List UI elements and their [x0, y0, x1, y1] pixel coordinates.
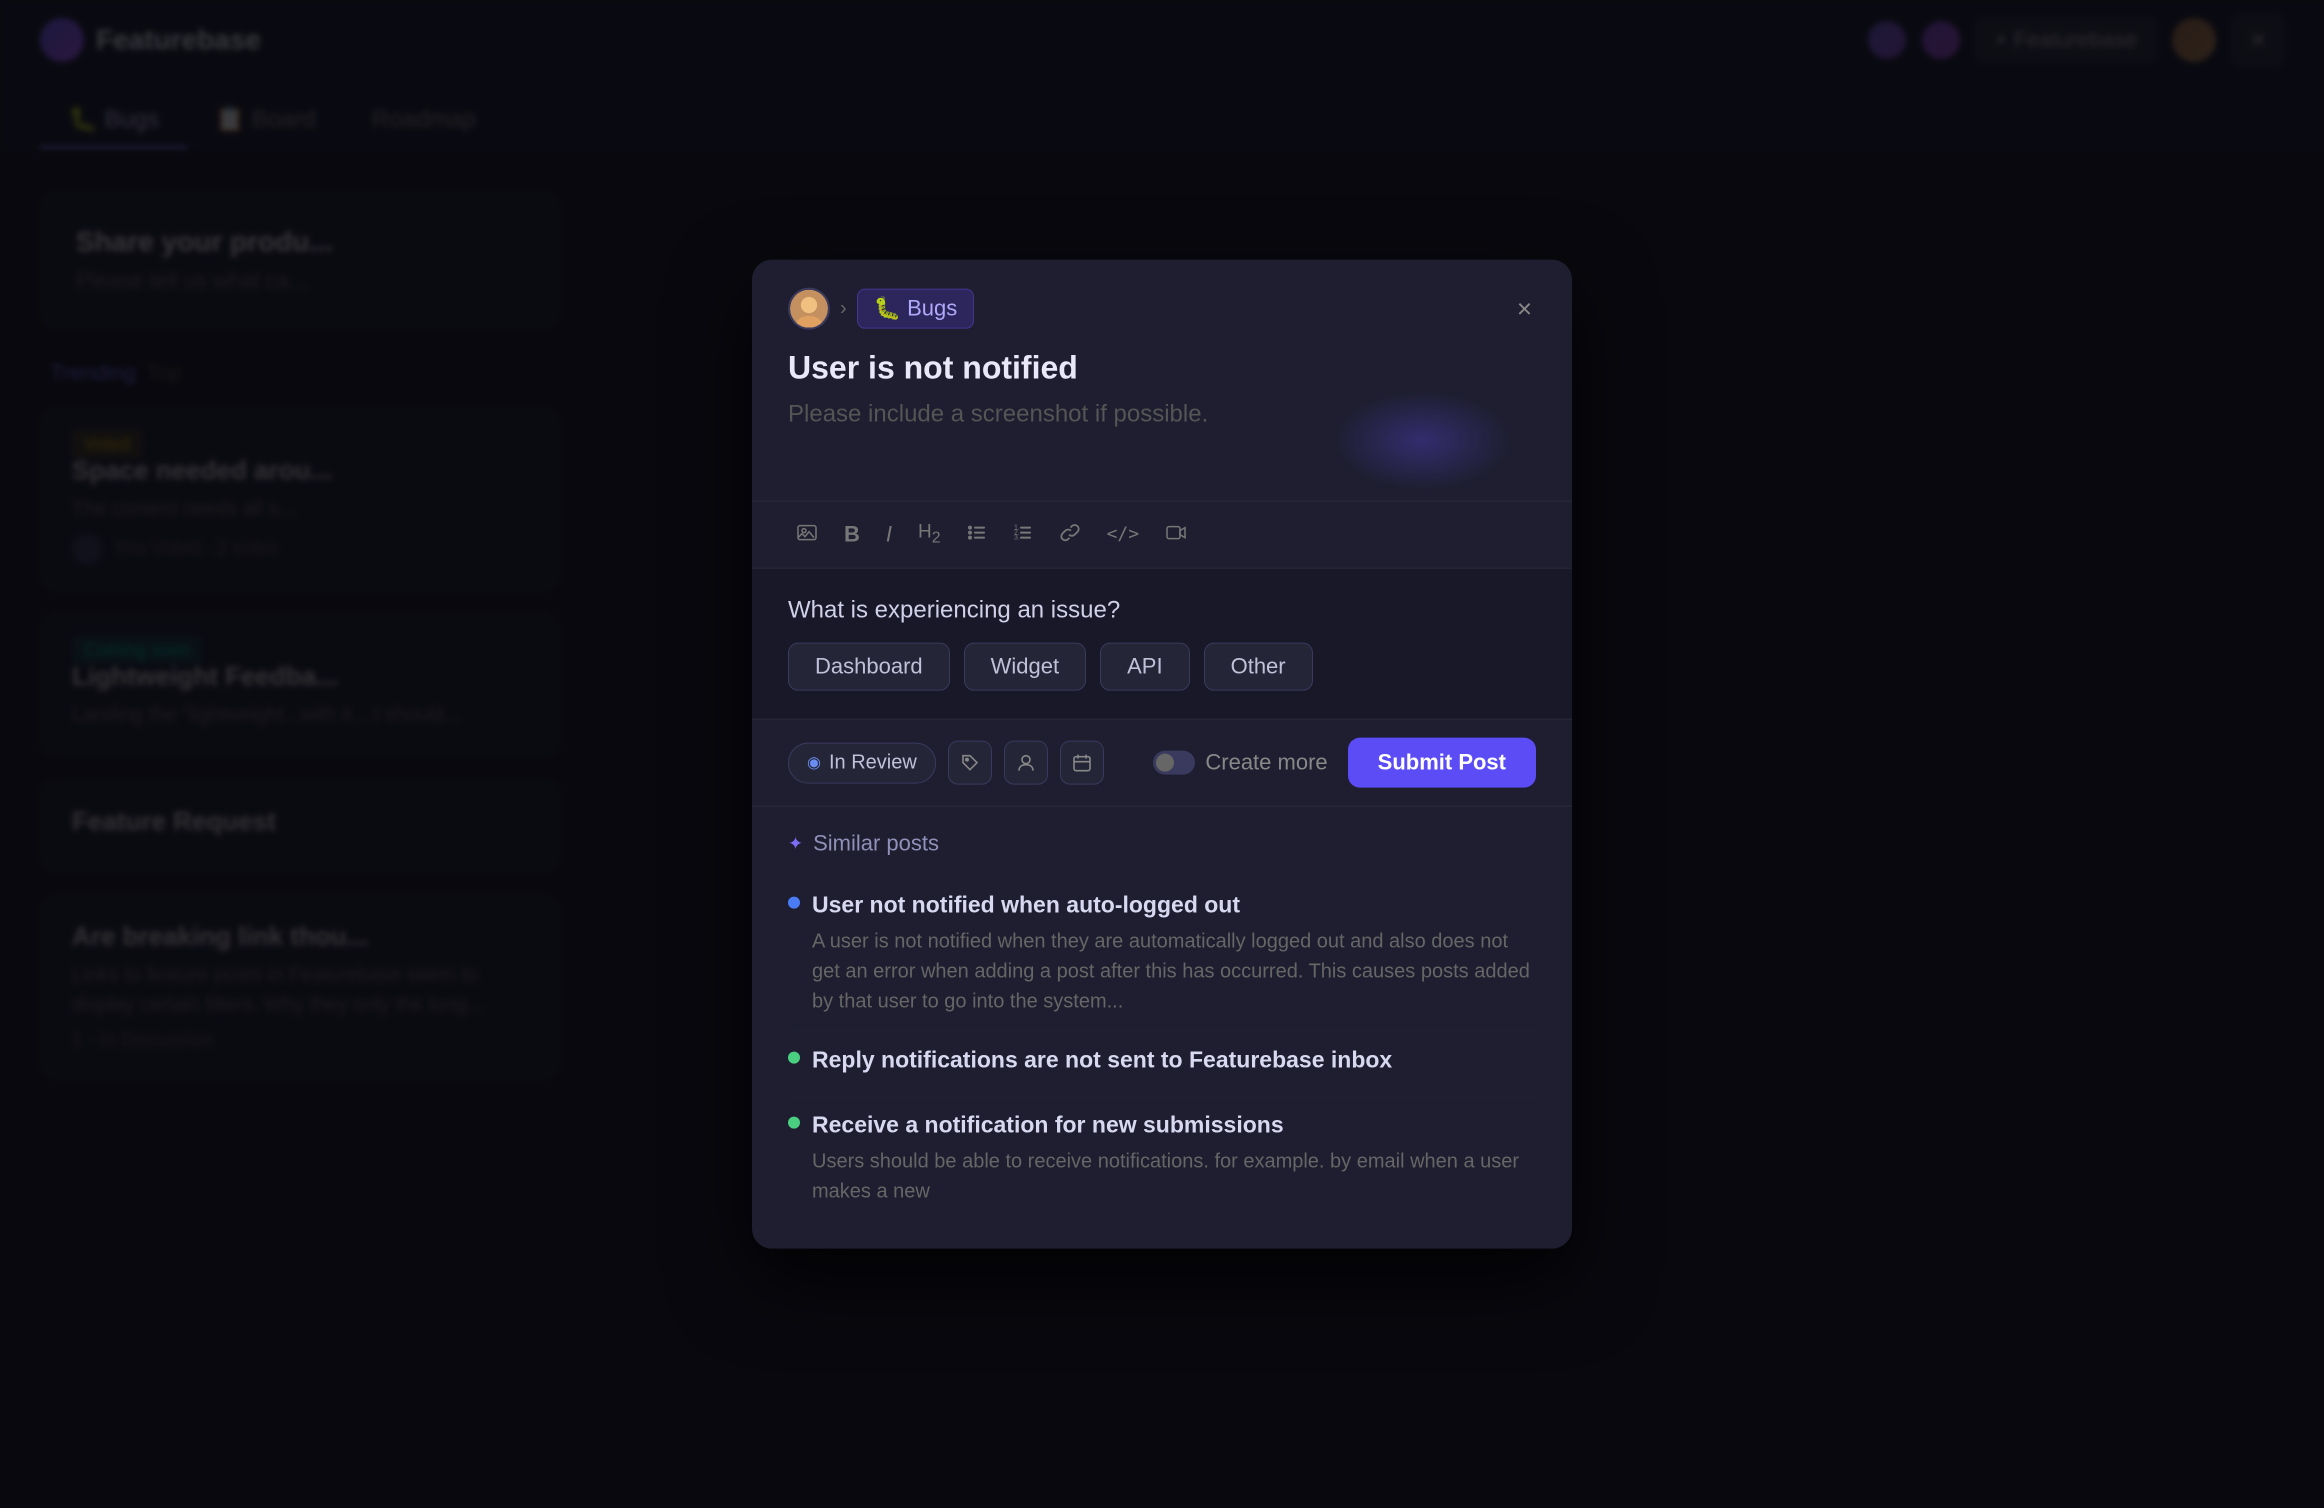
modal-close-button[interactable]: × — [1513, 292, 1536, 326]
toolbar-ordered-btn[interactable]: 1. 2. 3. — [1005, 517, 1041, 553]
status-button[interactable]: ◉ In Review — [788, 742, 936, 783]
assignee-button[interactable] — [1004, 741, 1048, 785]
breadcrumb: › 🐛 Bugs — [788, 288, 974, 330]
choice-api[interactable]: API — [1100, 643, 1189, 691]
similar-post-title: User not notified when auto-logged out — [788, 891, 1536, 921]
similar-post-title: Reply notifications are not sent to Feat… — [788, 1046, 1536, 1076]
body-placeholder: Please include a screenshot if possible. — [788, 401, 1536, 429]
editor-toolbar: B I H2 1. 2. 3. — [752, 501, 1572, 568]
similar-posts-header: ✦ Similar posts — [788, 831, 1536, 857]
calendar-button[interactable] — [1060, 741, 1104, 785]
tag-emoji: 🐛 — [874, 296, 901, 322]
toolbar-video-btn[interactable] — [1157, 516, 1195, 554]
toolbar-bold-btn[interactable]: B — [836, 518, 868, 552]
status-dot-green — [788, 1052, 800, 1064]
footer-left: ◉ In Review — [788, 741, 1104, 785]
choice-other[interactable]: Other — [1204, 643, 1313, 691]
toolbar-link-btn[interactable] — [1051, 516, 1089, 554]
toolbar-italic-btn[interactable]: I — [878, 518, 900, 552]
similar-post-item[interactable]: Receive a notification for new submissio… — [788, 1096, 1536, 1220]
submit-button[interactable]: Submit Post — [1348, 738, 1536, 788]
choice-dashboard[interactable]: Dashboard — [788, 643, 950, 691]
status-label: In Review — [829, 751, 917, 774]
status-dot-blue — [788, 897, 800, 909]
similar-post-title: Receive a notification for new submissio… — [788, 1110, 1536, 1140]
modal-footer: ◉ In Review — [752, 719, 1572, 806]
toolbar-bullet-btn[interactable] — [959, 517, 995, 553]
similar-post-desc: Users should be able to receive notifica… — [788, 1146, 1536, 1206]
similar-post-item[interactable]: User not notified when auto-logged out A… — [788, 877, 1536, 1032]
tag-button[interactable] — [948, 741, 992, 785]
create-more-toggle: Create more — [1153, 750, 1327, 776]
similar-post-item[interactable]: Reply notifications are not sent to Feat… — [788, 1032, 1536, 1097]
svg-text:3.: 3. — [1014, 535, 1020, 542]
footer-right: Create more Submit Post — [1153, 738, 1536, 788]
toolbar-code-btn[interactable]: </> — [1099, 520, 1148, 550]
tag-label: Bugs — [907, 296, 957, 322]
similar-posts-section: ✦ Similar posts User not notified when a… — [752, 806, 1572, 1249]
choice-buttons: Dashboard Widget API Other — [788, 643, 1536, 691]
choice-widget[interactable]: Widget — [964, 643, 1086, 691]
create-more-label: Create more — [1205, 750, 1327, 776]
modal-title-area: User is not notified — [752, 330, 1572, 387]
spark-icon: ✦ — [788, 833, 803, 854]
status-icon: ◉ — [807, 753, 821, 773]
toolbar-heading-btn[interactable]: H2 — [910, 517, 949, 553]
modal-body-area[interactable]: Please include a screenshot if possible. — [752, 401, 1572, 501]
breadcrumb-chevron: › — [840, 297, 847, 320]
toolbar-image-btn[interactable] — [788, 516, 826, 554]
tag-badge[interactable]: 🐛 Bugs — [857, 289, 975, 329]
toggle-switch[interactable] — [1153, 751, 1195, 775]
issue-question: What is experiencing an issue? — [788, 597, 1536, 625]
modal-header: › 🐛 Bugs × — [752, 260, 1572, 330]
user-avatar-modal — [788, 288, 830, 330]
modal-title[interactable]: User is not notified — [788, 350, 1536, 387]
similar-posts-label: Similar posts — [813, 831, 939, 857]
similar-post-desc: A user is not notified when they are aut… — [788, 927, 1536, 1017]
post-modal: › 🐛 Bugs × User is not notified Please i… — [752, 260, 1572, 1249]
issue-section: What is experiencing an issue? Dashboard… — [752, 568, 1572, 719]
status-dot-green — [788, 1116, 800, 1128]
